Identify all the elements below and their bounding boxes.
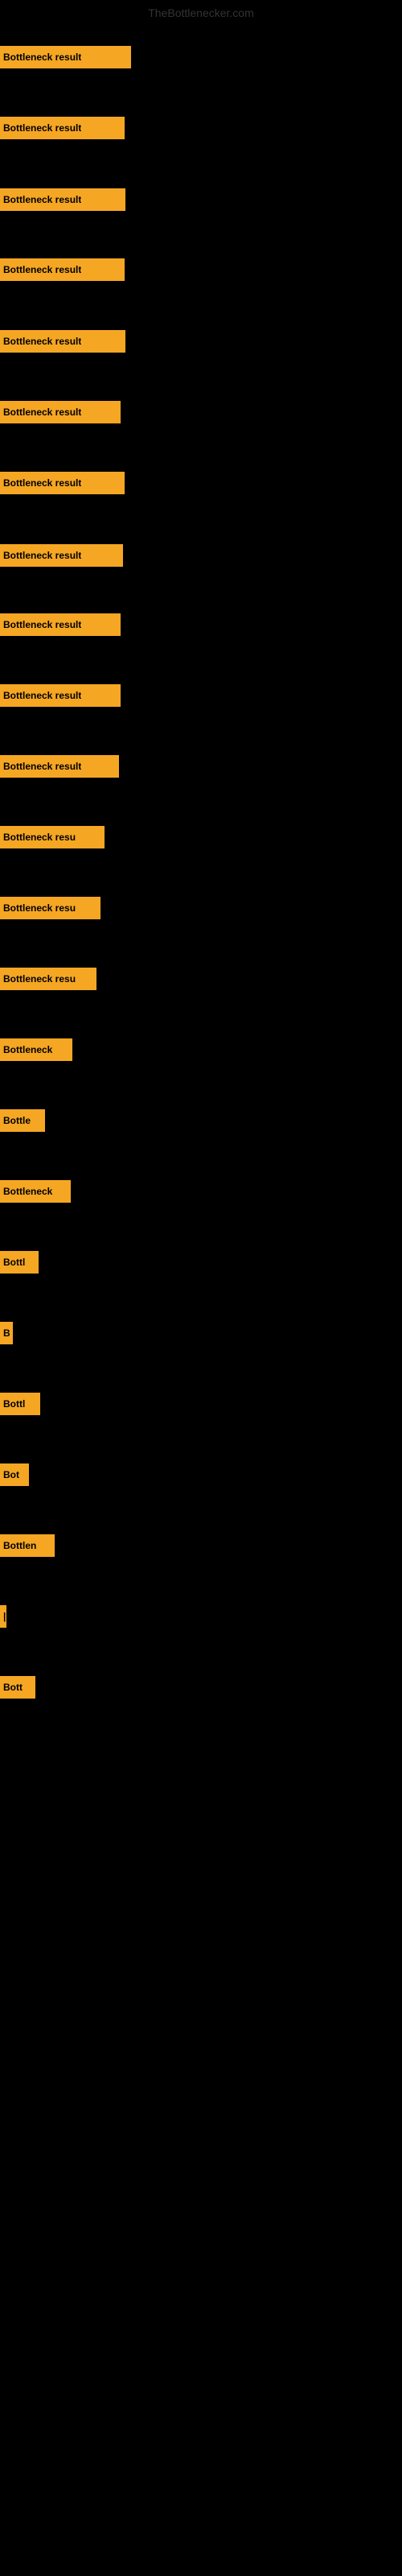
bottleneck-bar: Bottl	[0, 1393, 40, 1415]
bottleneck-bar-label: B	[3, 1327, 10, 1339]
bottleneck-bar-label: Bott	[3, 1682, 23, 1693]
bottleneck-bar: Bottleneck	[0, 1038, 72, 1061]
bottleneck-bar-label: Bottleneck result	[3, 550, 81, 561]
bottleneck-bar: Bottleneck result	[0, 401, 121, 423]
bottleneck-bar-label: Bottleneck	[3, 1186, 52, 1197]
bottleneck-bar-label: Bottleneck resu	[3, 973, 76, 985]
bottleneck-bar: Bottle	[0, 1109, 45, 1132]
bottleneck-bar: Bottlen	[0, 1534, 55, 1557]
bottleneck-bar-label: |	[3, 1611, 6, 1622]
bottleneck-bar-label: Bottleneck result	[3, 761, 81, 772]
bottleneck-bar: Bottleneck result	[0, 258, 125, 281]
bottleneck-bar: Bottleneck result	[0, 755, 119, 778]
bottleneck-bar-label: Bottl	[3, 1257, 25, 1268]
site-title: TheBottlenecker.com	[148, 6, 254, 19]
bottleneck-bar: Bott	[0, 1676, 35, 1699]
bottleneck-bar-label: Bottl	[3, 1398, 25, 1410]
bottleneck-bar: Bottleneck result	[0, 684, 121, 707]
bottleneck-bar: Bot	[0, 1463, 29, 1486]
bottleneck-bar-label: Bottleneck result	[3, 477, 81, 489]
bottleneck-bar-label: Bottleneck result	[3, 690, 81, 701]
bottleneck-bar-label: Bottlen	[3, 1540, 36, 1551]
bottleneck-bar-label: Bottleneck result	[3, 122, 81, 134]
bottleneck-bar: Bottl	[0, 1251, 39, 1274]
bottleneck-bar-label: Bot	[3, 1469, 19, 1480]
bottleneck-bar: Bottleneck result	[0, 188, 125, 211]
bottleneck-bar: Bottleneck resu	[0, 968, 96, 990]
bottleneck-bar-label: Bottleneck result	[3, 619, 81, 630]
bottleneck-bar: B	[0, 1322, 13, 1344]
bottleneck-bar: Bottleneck result	[0, 46, 131, 68]
bottleneck-bar: Bottleneck result	[0, 544, 123, 567]
bottleneck-bar: Bottleneck resu	[0, 826, 105, 848]
bottleneck-bar-label: Bottleneck result	[3, 336, 81, 347]
bottleneck-bar: Bottleneck	[0, 1180, 71, 1203]
bottleneck-bar: Bottleneck result	[0, 472, 125, 494]
bottleneck-bar: Bottleneck result	[0, 330, 125, 353]
bottleneck-bar-label: Bottleneck	[3, 1044, 52, 1055]
bottleneck-bar-label: Bottleneck result	[3, 194, 81, 205]
bottleneck-bar-label: Bottleneck result	[3, 264, 81, 275]
bottleneck-bar: Bottleneck result	[0, 613, 121, 636]
bottleneck-bar: Bottleneck result	[0, 117, 125, 139]
bottleneck-bar-label: Bottleneck resu	[3, 902, 76, 914]
bottleneck-bar-label: Bottleneck resu	[3, 832, 76, 843]
bottleneck-bar: |	[0, 1605, 6, 1628]
bottleneck-bar-label: Bottle	[3, 1115, 31, 1126]
bottleneck-bar-label: Bottleneck result	[3, 407, 81, 418]
bottleneck-bar: Bottleneck resu	[0, 897, 100, 919]
bottleneck-bar-label: Bottleneck result	[3, 52, 81, 63]
